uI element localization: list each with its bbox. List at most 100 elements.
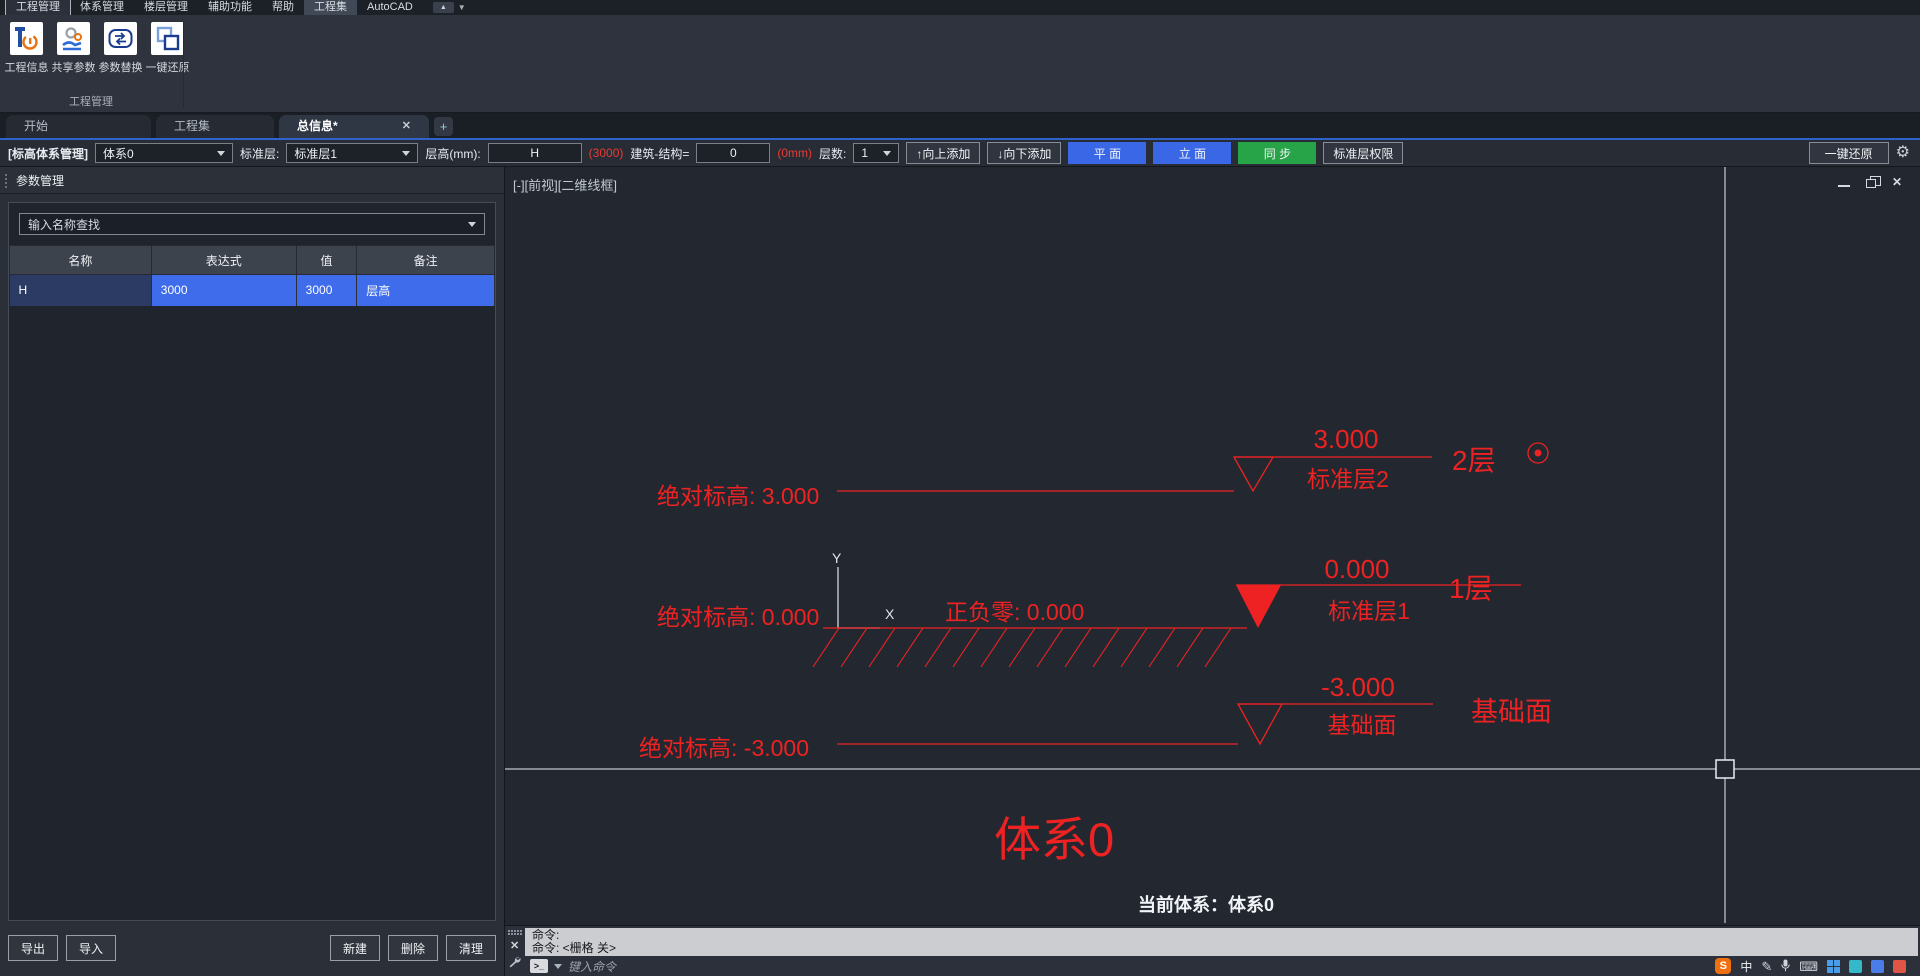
chevron-down-icon <box>883 150 892 156</box>
add-floor-down-button[interactable]: ↓向下添加 <box>987 142 1062 164</box>
menu-item-help[interactable]: 帮助 <box>262 0 304 15</box>
column-header-value[interactable]: 值 <box>295 245 358 275</box>
file-tab-bar: 开始 工程集 总信息* ✕ + <box>0 113 1920 140</box>
column-header-expression[interactable]: 表达式 <box>150 245 297 275</box>
column-header-name[interactable]: 名称 <box>9 245 152 275</box>
keyboard-icon[interactable]: ⌨ <box>1799 960 1818 973</box>
floor-count-select[interactable]: 1 <box>853 143 900 163</box>
plan-view-button[interactable]: 平 面 <box>1068 142 1147 164</box>
new-tab-button[interactable]: + <box>434 117 453 136</box>
tab-close-icon[interactable]: ✕ <box>402 115 411 138</box>
menu-item-project-set[interactable]: 工程集 <box>304 0 357 15</box>
ucs-y-label: Y <box>832 550 842 566</box>
application-window: 工程管理 体系管理 楼层管理 辅助功能 帮助 工程集 AutoCAD ▲ ▼ 工… <box>0 0 1920 976</box>
abs-elevation-3000-text: 绝对标高: 3.000 <box>657 483 819 509</box>
shared-params-icon <box>57 22 90 55</box>
standard-floor-label: 标准层: <box>240 146 280 161</box>
menu-item-aux-functions[interactable]: 辅助功能 <box>198 0 262 15</box>
standard-floor-value: 标准层1 <box>294 146 338 161</box>
menu-item-system-manage[interactable]: 体系管理 <box>70 0 134 15</box>
chevron-down-icon <box>402 150 411 156</box>
system-select[interactable]: 体系0 <box>95 143 233 163</box>
ribbon: 工程信息 共享参数 参数替换 一键还原 工程管理 <box>0 15 1920 113</box>
chevron-down-icon <box>217 150 225 156</box>
command-history[interactable]: 命令: 命令: <栅格 关> <box>525 928 1918 956</box>
new-param-button[interactable]: 新建 <box>330 935 380 961</box>
tab-start[interactable]: 开始 <box>6 115 151 138</box>
chevron-down-icon[interactable] <box>554 963 562 969</box>
close-icon[interactable]: ✕ <box>510 939 519 952</box>
ribbon-button-label: 工程信息 <box>4 62 49 74</box>
ribbon-collapse-button[interactable]: ▲ ▼ <box>432 2 466 13</box>
shared-params-button[interactable]: 共享参数 <box>51 22 96 75</box>
cell-param-note[interactable]: 层高 <box>356 274 495 306</box>
grid-apps-icon[interactable] <box>1827 959 1840 973</box>
params-panel-footer: 导出 导入 新建 删除 清理 <box>8 935 496 961</box>
floor-count-value: 1 <box>861 146 869 160</box>
app-tray-icon[interactable] <box>1849 959 1862 973</box>
settings-gear-icon[interactable]: ⚙ <box>1896 145 1910 161</box>
drawing-canvas[interactable]: [-][前视][二维线框] ✕ 绝对标高: 3.000 3.000 标准层2 2… <box>505 167 1920 925</box>
ribbon-group-label: 工程管理 <box>69 96 113 108</box>
command-panel-grip[interactable]: ✕ <box>505 926 525 976</box>
one-key-restore-icon <box>151 22 184 55</box>
ribbon-button-label: 参数替换 <box>98 62 143 74</box>
standard-floor-permission-button[interactable]: 标准层权限 <box>1323 142 1404 164</box>
delete-param-button[interactable]: 删除 <box>388 935 438 961</box>
command-panel: ✕ 命令: 命令: <栅格 关> >_ 键入命令 S 中 ✎ ⌨ <box>505 925 1920 976</box>
level1-floor-label: 1层 <box>1449 573 1493 604</box>
input-language-icon[interactable]: 中 <box>1740 958 1752 975</box>
add-floor-up-button[interactable]: ↑向上添加 <box>906 142 981 164</box>
param-search-combo[interactable]: 输入名称查找 <box>19 213 485 235</box>
command-input-row[interactable]: >_ 键入命令 S 中 ✎ ⌨ <box>525 956 1918 976</box>
elevation-toolbar: [标高体系管理] 体系0 标准层: 标准层1 层高(mm): (3000) 建筑… <box>0 140 1920 167</box>
mic-icon[interactable] <box>1781 959 1790 974</box>
clean-param-button[interactable]: 清理 <box>446 935 496 961</box>
params-panel-body: 输入名称查找 名称 表达式 值 备注 H 3000 3000 层高 <box>8 202 496 921</box>
elevation-view-button[interactable]: 立 面 <box>1153 142 1232 164</box>
wrench-icon[interactable] <box>508 955 521 973</box>
crosshair-pickbox <box>1715 759 1735 779</box>
import-button[interactable]: 导入 <box>66 935 116 961</box>
app-tray-icon[interactable] <box>1871 959 1884 973</box>
app-tray-icon[interactable] <box>1893 959 1906 973</box>
level1-elevation-value: 0.000 <box>1324 554 1389 584</box>
viewport-controls-label[interactable]: [-][前视][二维线框] <box>513 175 617 194</box>
floor-height-input[interactable] <box>487 143 582 163</box>
menu-item-project-manage[interactable]: 工程管理 <box>5 0 71 16</box>
floor-height-hint: (3000) <box>588 146 624 160</box>
system-tray: S 中 ✎ ⌨ <box>1715 958 1906 975</box>
elevation-drawing: 绝对标高: 3.000 3.000 标准层2 2层 Y X 绝对标高: 0.00… <box>505 167 1920 923</box>
sogou-input-icon[interactable]: S <box>1715 958 1732 974</box>
command-input-placeholder[interactable]: 键入命令 <box>568 958 616 975</box>
cell-param-name[interactable]: H <box>9 274 152 306</box>
ucs-x-label: X <box>885 606 895 622</box>
table-row[interactable]: H 3000 3000 层高 <box>9 274 495 306</box>
command-prompt-icon[interactable]: >_ <box>530 959 548 973</box>
standard-floor-select[interactable]: 标准层1 <box>286 143 419 163</box>
abs-elevation-neg3000-text: 绝对标高: -3.000 <box>639 735 809 761</box>
params-panel-header[interactable]: 参数管理 <box>0 167 504 194</box>
floor-count-label: 层数: <box>819 146 847 161</box>
menu-item-autocad[interactable]: AutoCAD <box>357 0 423 15</box>
restore-icon[interactable] <box>1865 175 1881 188</box>
tab-general-info[interactable]: 总信息* ✕ <box>279 115 429 138</box>
tab-project-set[interactable]: 工程集 <box>156 115 274 138</box>
pen-icon[interactable]: ✎ <box>1761 960 1772 973</box>
sync-button[interactable]: 同 步 <box>1238 142 1317 164</box>
menu-item-floor-manage[interactable]: 楼层管理 <box>134 0 198 15</box>
close-icon[interactable]: ✕ <box>1892 176 1902 188</box>
one-key-restore-toolbar-button[interactable]: 一键还原 <box>1808 142 1889 164</box>
arch-struct-input[interactable] <box>696 143 771 163</box>
param-replace-button[interactable]: 参数替换 <box>98 22 143 75</box>
export-button[interactable]: 导出 <box>8 935 58 961</box>
cell-param-value[interactable]: 3000 <box>296 274 358 306</box>
system-title-text: 体系0 <box>994 813 1114 866</box>
level2-elevation-value: 3.000 <box>1313 424 1378 454</box>
project-info-button[interactable]: 工程信息 <box>4 22 49 75</box>
level0-floor-label: 基础面 <box>1471 697 1552 727</box>
menu-bar: 工程管理 体系管理 楼层管理 辅助功能 帮助 工程集 AutoCAD ▲ ▼ <box>0 0 1920 16</box>
minimize-icon[interactable] <box>1837 185 1850 187</box>
column-header-note[interactable]: 备注 <box>356 245 495 275</box>
cell-param-expression[interactable]: 3000 <box>151 274 297 306</box>
